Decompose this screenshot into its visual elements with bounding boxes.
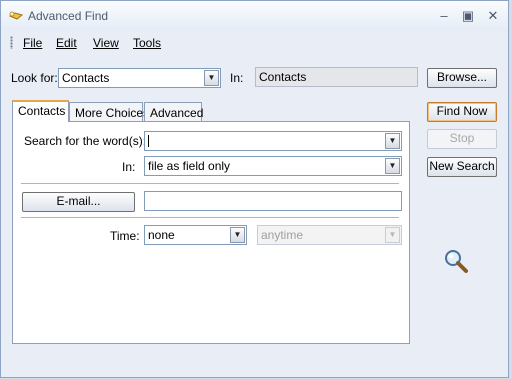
menu-tools[interactable]: Tools xyxy=(133,36,161,50)
stop-button[interactable]: Stop xyxy=(427,129,497,149)
chevron-down-icon[interactable]: ▼ xyxy=(204,70,219,86)
look-for-select[interactable]: Contacts ▼ xyxy=(58,68,221,88)
look-for-value: Contacts xyxy=(62,71,110,85)
in-location-value: Contacts xyxy=(259,70,307,84)
browse-button[interactable]: Browse... xyxy=(427,68,497,88)
new-search-button[interactable]: New Search xyxy=(427,157,497,177)
maximize-icon[interactable]: ▣ xyxy=(459,8,477,24)
time-value: none xyxy=(148,228,175,242)
tab-more-choices[interactable]: More Choices xyxy=(69,102,149,123)
tab-advanced[interactable]: Advanced xyxy=(144,102,203,123)
chevron-down-icon[interactable]: ▼ xyxy=(230,227,245,243)
find-now-button[interactable]: Find Now xyxy=(427,102,497,122)
search-magnifier-icon xyxy=(445,250,468,273)
tab-contacts[interactable]: Contacts xyxy=(12,100,69,122)
in-location-label: In: xyxy=(230,71,244,85)
email-input[interactable] xyxy=(144,191,402,211)
time-label: Time: xyxy=(110,229,140,243)
close-icon[interactable]: ✕ xyxy=(484,8,502,24)
time-range-select[interactable]: anytime ▼ xyxy=(257,225,402,245)
contacts-tab-panel: Search for the word(s): ▼ In: file as fi… xyxy=(12,121,410,344)
search-words-label: Search for the word(s): xyxy=(24,134,147,148)
in-field-select[interactable]: file as field only ▼ xyxy=(144,156,402,176)
status-bar xyxy=(1,355,508,377)
text-caret xyxy=(148,135,149,147)
search-words-input[interactable]: ▼ xyxy=(144,131,402,151)
chevron-down-icon[interactable]: ▼ xyxy=(385,133,400,149)
in-field-label: In: xyxy=(122,160,136,174)
email-button[interactable]: E-mail... xyxy=(22,192,135,212)
title-bar[interactable]: Advanced Find ‒ ▣ ✕ xyxy=(1,1,508,31)
separator xyxy=(21,183,399,184)
separator xyxy=(21,217,399,218)
minimize-icon[interactable]: ‒ xyxy=(435,8,453,24)
menu-edit[interactable]: Edit xyxy=(56,36,77,50)
chevron-down-icon: ▼ xyxy=(385,227,400,243)
look-for-label: Look for: xyxy=(11,71,58,85)
time-select[interactable]: none ▼ xyxy=(144,225,247,245)
in-field-value: file as field only xyxy=(148,159,231,173)
in-location-field: Contacts xyxy=(255,67,418,87)
window-title: Advanced Find xyxy=(28,9,109,23)
menu-bar: File Edit View Tools xyxy=(1,31,508,55)
chevron-down-icon[interactable]: ▼ xyxy=(385,158,400,174)
menu-file[interactable]: File xyxy=(23,36,42,50)
time-range-value: anytime xyxy=(261,228,304,242)
menu-grip-icon xyxy=(10,36,13,49)
advanced-find-window: Advanced Find ‒ ▣ ✕ File Edit View Tools… xyxy=(0,0,509,378)
menu-view[interactable]: View xyxy=(93,36,119,50)
advanced-find-app-icon xyxy=(8,11,24,20)
